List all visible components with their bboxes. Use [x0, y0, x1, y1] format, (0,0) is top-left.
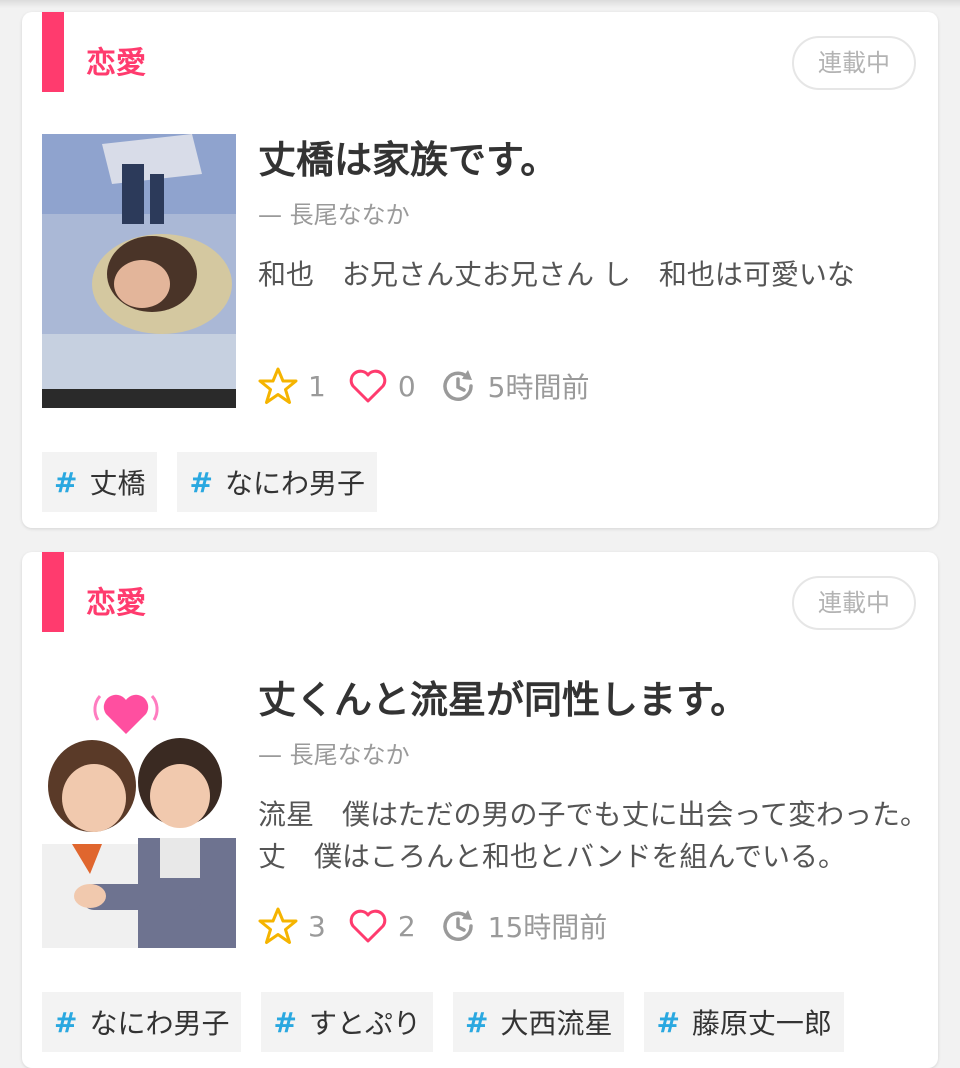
tag-label: 藤原丈一郎	[691, 1007, 832, 1040]
story-thumbnail[interactable]	[42, 674, 236, 948]
status-badge: 連載中	[792, 576, 916, 630]
updated-time: 5時間前	[487, 371, 590, 404]
tag-chip[interactable]: # すとぷり	[261, 992, 433, 1052]
tag-list: # なにわ男子 # すとぷり # 大西流星 # 藤原丈一郎	[42, 992, 844, 1052]
hash-icon: #	[273, 1005, 297, 1039]
tag-label: すとぷり	[308, 1007, 421, 1040]
story-stats: 3 2 15時間前	[258, 904, 607, 948]
tag-chip[interactable]: # 大西流星	[452, 992, 625, 1052]
hash-icon: #	[656, 1005, 680, 1039]
genre-accent-bar	[42, 552, 64, 632]
updated-time: 15時間前	[487, 911, 608, 944]
star-icon	[258, 367, 298, 404]
top-shadow	[0, 0, 960, 8]
thumbnail-photo	[42, 134, 236, 408]
heart-icon	[349, 369, 387, 403]
story-title[interactable]: 丈橋は家族です。	[258, 134, 558, 186]
hash-icon: #	[54, 1005, 78, 1039]
tag-label: 大西流星	[500, 1007, 613, 1040]
genre-accent-bar	[42, 12, 64, 92]
star-icon	[258, 907, 298, 944]
tag-chip[interactable]: # なにわ男子	[177, 452, 377, 512]
tag-chip[interactable]: # なにわ男子	[42, 992, 242, 1052]
genre-label: 恋愛	[86, 46, 146, 81]
like-count: 2	[397, 909, 416, 943]
tag-list: # 丈橋 # なにわ男子	[42, 452, 377, 512]
story-thumbnail[interactable]	[42, 134, 236, 408]
status-badge: 連載中	[792, 36, 916, 90]
hash-icon: #	[189, 465, 213, 499]
like-count: 0	[397, 369, 416, 403]
tag-chip[interactable]: # 丈橋	[42, 452, 158, 512]
heart-icon	[349, 909, 387, 943]
hash-icon: #	[54, 465, 78, 499]
story-author[interactable]: — 長尾ななか	[258, 738, 410, 772]
tag-label: なにわ男子	[224, 467, 365, 500]
thumbnail-photo	[42, 674, 236, 948]
story-summary: 和也 お兄さん丈お兄さん し 和也は可愛いな	[258, 258, 855, 291]
story-summary: 流星 僕はただの男の子でも丈に出会って変わった。 丈 僕はころんと和也とバンドを…	[258, 798, 918, 873]
story-card[interactable]: 恋愛 連載中 丈くんと流星が同性します。 — 長尾ななか 流星 僕はただの男の子…	[22, 552, 938, 1068]
clock-refresh-icon	[442, 370, 473, 401]
story-author[interactable]: — 長尾ななか	[258, 198, 410, 232]
hash-icon: #	[464, 1005, 489, 1039]
clock-refresh-icon	[442, 910, 473, 941]
tag-label: なにわ男子	[89, 1007, 230, 1040]
story-stats: 1 0 5時間前	[258, 364, 589, 408]
genre-label: 恋愛	[86, 586, 146, 621]
star-count: 1	[308, 369, 326, 403]
story-title[interactable]: 丈くんと流星が同性します。	[258, 674, 748, 726]
tag-label: 丈橋	[89, 467, 146, 500]
tag-chip[interactable]: # 藤原丈一郎	[644, 992, 844, 1052]
story-card[interactable]: 恋愛 連載中 丈橋は家族です。 — 長尾ななか 和也 お兄さん丈お兄さん し 和…	[22, 12, 938, 528]
star-count: 3	[308, 909, 326, 943]
